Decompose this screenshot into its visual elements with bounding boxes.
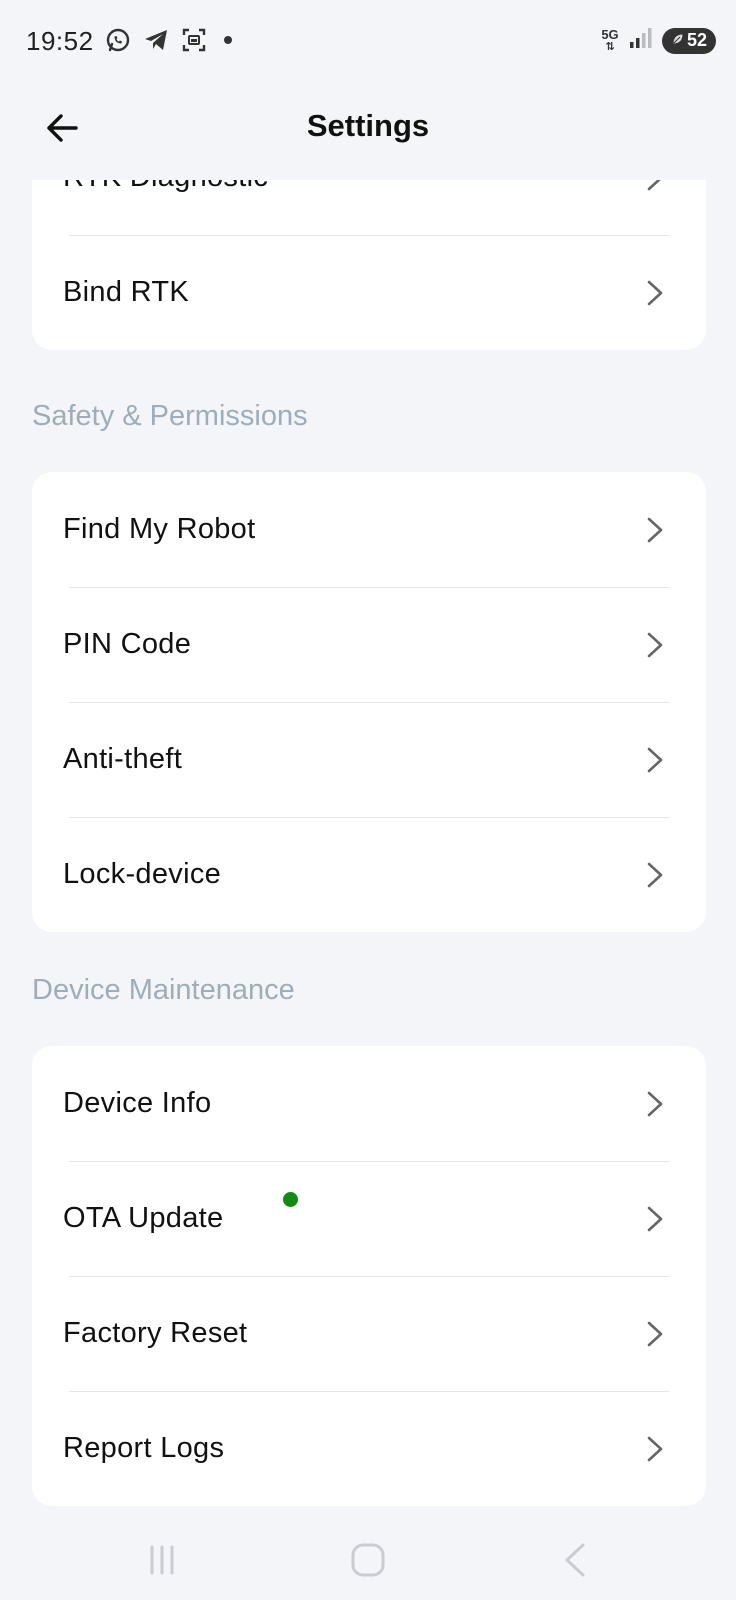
chevron-right-icon: [644, 630, 666, 660]
network-type-indicator: 5G ⇅: [601, 26, 619, 53]
chevron-right-icon: [644, 860, 666, 890]
settings-item-device-info[interactable]: Device Info: [32, 1046, 706, 1161]
chevron-right-icon: [644, 278, 666, 308]
settings-item-bind-rtk[interactable]: Bind RTK: [32, 235, 706, 350]
chevron-right-icon: [644, 1089, 666, 1119]
settings-item-label: Device Info: [63, 1087, 212, 1119]
settings-item-anti-theft[interactable]: Anti-theft: [32, 702, 706, 817]
whatsapp-icon: [104, 26, 132, 54]
battery-indicator: 52: [662, 27, 716, 54]
status-bar: 19:52 5G ⇅ 52: [0, 0, 736, 84]
safety-card: Find My Robot PIN Code Anti-theft Lock-d…: [32, 472, 706, 932]
new-update-dot: [283, 1192, 298, 1207]
chevron-right-icon: [644, 1319, 666, 1349]
rtk-card: RTK Diagnostic Bind RTK: [32, 180, 706, 350]
battery-saver-icon: [671, 32, 685, 49]
home-button[interactable]: [343, 1538, 393, 1582]
screenshot-icon: [180, 26, 208, 54]
settings-item-label: Lock-device: [63, 858, 222, 890]
chevron-right-icon: [644, 1434, 666, 1464]
chevron-right-icon: [644, 180, 666, 193]
settings-list[interactable]: RTK Diagnostic Bind RTK Safety & Permiss…: [0, 180, 736, 1520]
system-nav-bar: [0, 1520, 736, 1600]
settings-item-label: Find My Robot: [63, 513, 256, 545]
settings-item-lock-device[interactable]: Lock-device: [32, 817, 706, 932]
maintenance-card: Device Info OTA Update Factory Reset Rep…: [32, 1046, 706, 1506]
settings-item-factory-reset[interactable]: Factory Reset: [32, 1276, 706, 1391]
section-header-maintenance: Device Maintenance: [32, 974, 295, 1006]
settings-item-ota-update[interactable]: OTA Update: [32, 1161, 706, 1276]
chevron-right-icon: [644, 1204, 666, 1234]
settings-item-label: Anti-theft: [63, 743, 183, 775]
telegram-icon: [142, 26, 170, 54]
status-time: 19:52: [26, 26, 94, 56]
settings-item-label: PIN Code: [63, 628, 192, 660]
signal-icon: [628, 26, 654, 55]
nav-back-button[interactable]: [551, 1538, 601, 1582]
settings-item-label: RTK Diagnostic: [63, 180, 268, 194]
recent-apps-button[interactable]: [137, 1538, 187, 1582]
app-header: Settings: [0, 84, 736, 180]
page-title: Settings: [306, 108, 430, 143]
settings-item-label: Factory Reset: [63, 1317, 248, 1349]
settings-item-label: Bind RTK: [63, 276, 189, 308]
chevron-right-icon: [644, 515, 666, 545]
settings-item-report-logs[interactable]: Report Logs: [32, 1391, 706, 1506]
settings-item-rtk-diagnostic[interactable]: RTK Diagnostic: [32, 180, 706, 235]
system-status-icons: 5G ⇅ 52: [600, 26, 716, 55]
chevron-right-icon: [644, 745, 666, 775]
notification-icons: [104, 26, 232, 54]
settings-item-pin-code[interactable]: PIN Code: [32, 587, 706, 702]
settings-item-label: OTA Update: [63, 1202, 224, 1234]
settings-item-find-my-robot[interactable]: Find My Robot: [32, 472, 706, 587]
back-icon: [565, 1543, 585, 1577]
settings-item-label: Report Logs: [63, 1432, 225, 1464]
home-icon: [351, 1543, 385, 1577]
notification-dot: [224, 36, 232, 44]
recent-apps-icon: [150, 1545, 174, 1575]
battery-level: 52: [686, 30, 708, 50]
section-header-safety: Safety & Permissions: [32, 400, 308, 432]
settings-screen: 19:52 5G ⇅ 52 Settings Bind RTK Safety &…: [0, 0, 736, 1600]
